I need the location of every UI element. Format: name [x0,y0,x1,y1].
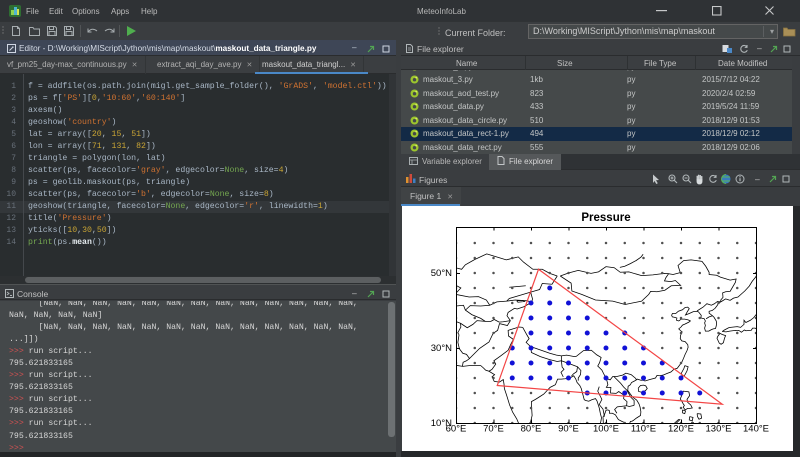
svg-text:100°E: 100°E [593,424,619,435]
svg-text:50°N: 50°N [431,268,452,279]
svg-text:80°E: 80°E [521,424,542,435]
svg-text:140°E: 140°E [743,424,769,435]
svg-text:30°N: 30°N [431,343,452,354]
svg-text:130°E: 130°E [706,424,732,435]
svg-text:Pressure: Pressure [581,212,630,224]
svg-text:120°E: 120°E [668,424,694,435]
svg-text:70°E: 70°E [483,424,504,435]
svg-text:90°E: 90°E [558,424,579,435]
svg-text:110°E: 110°E [631,424,656,435]
svg-text:10°N: 10°N [431,418,452,429]
